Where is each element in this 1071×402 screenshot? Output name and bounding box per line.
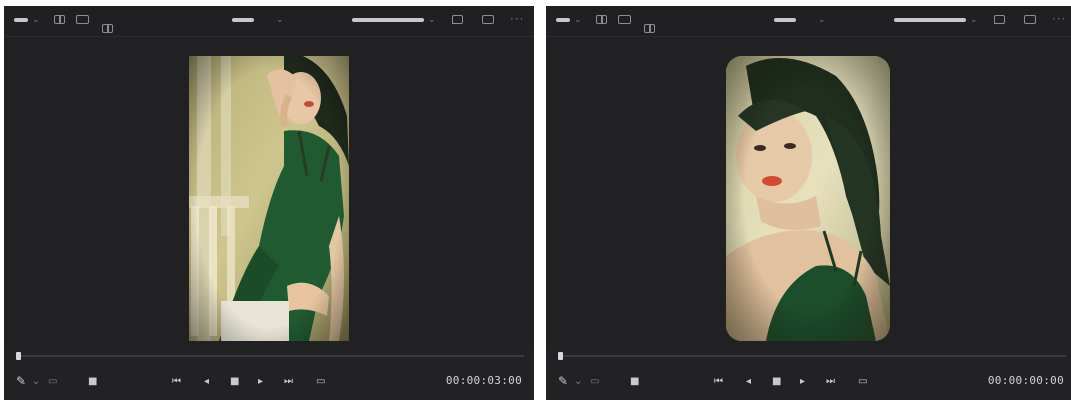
video-frame-image xyxy=(726,56,890,341)
player-toolbar: ⌄ ⌄ ⌄ ··· xyxy=(546,6,1071,37)
comment-icon[interactable] xyxy=(994,15,1005,24)
skip-back-icon[interactable]: ⏮ xyxy=(172,376,181,387)
more-options-icon[interactable]: ··· xyxy=(1052,13,1066,26)
playhead[interactable] xyxy=(558,352,563,360)
zoom-level-dropdown[interactable] xyxy=(14,18,28,22)
loop-icon[interactable]: ▭ xyxy=(316,376,325,387)
playhead[interactable] xyxy=(16,352,21,360)
transport-controls: ✎ ⌄ ▭ ■ ⏮ ◂ ■ ▸ ⏭ ▭ 00:00:00:00 xyxy=(546,366,1071,396)
timecode-display: 00:00:00:00 xyxy=(987,374,1064,387)
safe-area-icon[interactable] xyxy=(618,15,631,24)
fullscreen-icon[interactable] xyxy=(1024,15,1036,24)
stop-icon[interactable]: ■ xyxy=(772,376,781,387)
preview-canvas xyxy=(4,37,534,349)
play-icon[interactable]: ▸ xyxy=(800,376,805,387)
play-icon[interactable]: ▸ xyxy=(258,376,263,387)
source-selector[interactable] xyxy=(352,18,424,22)
zoom-level-dropdown[interactable] xyxy=(556,18,570,22)
pen-tool-icon[interactable]: ✎ xyxy=(16,375,26,387)
chevron-down-icon[interactable]: ⌄ xyxy=(276,15,284,26)
more-options-icon[interactable]: ··· xyxy=(510,13,524,26)
skip-back-icon[interactable]: ⏮ xyxy=(714,376,723,387)
chevron-down-icon[interactable]: ⌄ xyxy=(818,15,826,26)
stop-icon[interactable]: ■ xyxy=(230,376,239,387)
timeline-scrubber[interactable] xyxy=(546,349,1071,363)
chevron-down-icon[interactable]: ⌄ xyxy=(970,15,978,26)
chevron-down-icon[interactable]: ⌄ xyxy=(32,15,40,26)
source-selector[interactable] xyxy=(894,18,966,22)
shape-tool-icon[interactable]: ▭ xyxy=(590,376,599,387)
transport-controls: ✎ ⌄ ▭ ■ ⏮ ◂ ■ ▸ ⏭ ▭ 00:00:03:00 xyxy=(4,366,534,396)
video-frame-image xyxy=(189,56,349,341)
chevron-down-icon[interactable]: ⌄ xyxy=(574,376,582,387)
fullscreen-icon[interactable] xyxy=(482,15,494,24)
split-view-icon[interactable] xyxy=(54,15,65,24)
loop-icon[interactable]: ▭ xyxy=(858,376,867,387)
skip-forward-icon[interactable]: ⏭ xyxy=(284,376,293,387)
step-back-icon[interactable]: ◂ xyxy=(204,376,209,387)
pen-tool-icon[interactable]: ✎ xyxy=(558,375,568,387)
timeline-scrubber[interactable] xyxy=(4,349,534,363)
view-mode-dropdown[interactable] xyxy=(774,18,796,22)
compare-icon[interactable] xyxy=(102,24,113,33)
comment-icon[interactable] xyxy=(452,15,463,24)
shape-tool-icon[interactable]: ▭ xyxy=(48,376,57,387)
chevron-down-icon[interactable]: ⌄ xyxy=(574,15,582,26)
safe-area-icon[interactable] xyxy=(76,15,89,24)
skip-forward-icon[interactable]: ⏭ xyxy=(826,376,835,387)
camera-icon[interactable]: ■ xyxy=(630,376,639,387)
player-toolbar: ⌄ ⌄ ⌄ ··· xyxy=(4,6,534,37)
view-mode-dropdown[interactable] xyxy=(232,18,254,22)
chevron-down-icon[interactable]: ⌄ xyxy=(32,376,40,387)
video-player-left: ⌄ ⌄ ⌄ ··· ✎ ⌄ ▭ ■ ⏮ ◂ ■ ▸ ⏭ ▭ 00:00:03:0… xyxy=(4,6,534,400)
video-player-right: ⌄ ⌄ ⌄ ··· ✎ ⌄ ▭ ■ ⏮ ◂ ■ ▸ ⏭ ▭ 00:00:00:0… xyxy=(546,6,1071,400)
split-view-icon[interactable] xyxy=(596,15,607,24)
step-back-icon[interactable]: ◂ xyxy=(746,376,751,387)
scrubber-track[interactable] xyxy=(558,355,1066,357)
chevron-down-icon[interactable]: ⌄ xyxy=(428,15,436,26)
preview-canvas xyxy=(546,37,1071,349)
compare-icon[interactable] xyxy=(644,24,655,33)
camera-icon[interactable]: ■ xyxy=(88,376,97,387)
scrubber-track[interactable] xyxy=(16,355,524,357)
timecode-display: 00:00:03:00 xyxy=(445,374,522,387)
